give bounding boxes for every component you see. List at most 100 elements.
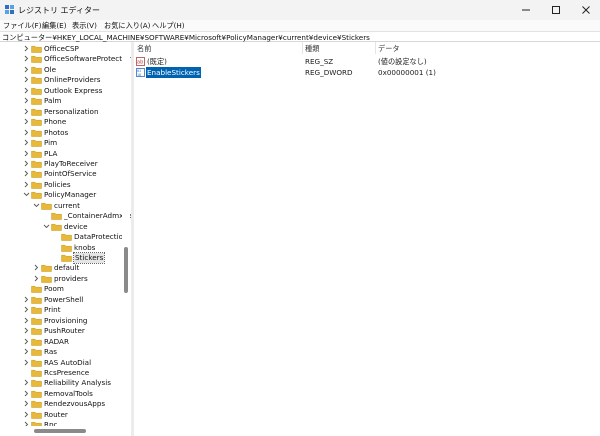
tree-node[interactable]: default <box>0 263 131 273</box>
tree-node[interactable]: PowerShell <box>0 295 131 305</box>
tree-node[interactable]: RcsPresence <box>0 368 131 378</box>
column-header-type[interactable]: 種類 <box>305 44 319 54</box>
column-header-name[interactable]: 名前 <box>137 44 151 54</box>
tree-node[interactable]: current <box>0 201 131 211</box>
tree-node[interactable]: Palm <box>0 96 131 106</box>
chevron-right-icon[interactable] <box>23 55 30 62</box>
chevron-right-icon[interactable] <box>23 160 30 167</box>
chevron-right-icon[interactable] <box>23 400 30 407</box>
tree-node[interactable]: PolicyManager <box>0 190 131 200</box>
tree-node[interactable]: Router <box>0 410 131 420</box>
chevron-right-icon[interactable] <box>23 45 30 52</box>
tree-node[interactable]: _ContainerAdmxDefault <box>0 211 131 221</box>
chevron-right-icon[interactable] <box>23 306 30 313</box>
tree-node[interactable]: Phone <box>0 117 131 127</box>
tree-node[interactable]: PointOfService <box>0 169 131 179</box>
tree-node[interactable]: RAS AutoDial <box>0 358 131 368</box>
tree-node-label: RAS AutoDial <box>44 357 92 367</box>
chevron-right-icon[interactable] <box>23 348 30 355</box>
tree-node[interactable]: Ole <box>0 65 131 75</box>
tree-node[interactable]: PushRouter <box>0 326 131 336</box>
chevron-right-icon[interactable] <box>23 66 30 73</box>
svg-text:10: 10 <box>137 73 141 77</box>
folder-icon <box>31 380 42 388</box>
tree-node[interactable]: OfficeCSP <box>0 44 131 54</box>
chevron-right-icon[interactable] <box>23 150 30 157</box>
chevron-right-icon[interactable] <box>23 359 30 366</box>
tree-node[interactable]: Ras <box>0 347 131 357</box>
column-divider[interactable] <box>302 42 303 54</box>
chevron-right-icon[interactable] <box>33 275 40 282</box>
chevron-down-icon[interactable] <box>23 191 30 198</box>
tree-node[interactable]: RADAR <box>0 337 131 347</box>
tree-node-label: Reliability Analysis <box>44 378 112 388</box>
tree-node[interactable]: DataProtection <box>0 232 131 242</box>
column-header-data[interactable]: データ <box>378 44 400 54</box>
tree-node[interactable]: PlayToReceiver <box>0 159 131 169</box>
chevron-right-icon[interactable] <box>23 97 30 104</box>
tree-node[interactable]: OfficeSoftwareProtection <box>0 54 131 64</box>
tree-node[interactable]: Stickers <box>0 252 131 264</box>
chevron-right-icon[interactable] <box>23 317 30 324</box>
tree-horizontal-scroll-thumb[interactable] <box>34 429 86 433</box>
chevron-right-icon[interactable] <box>23 129 30 136</box>
tree-node[interactable]: Poom <box>0 284 131 294</box>
menu-help[interactable]: ヘルプ(H) <box>152 21 185 31</box>
tree-vertical-scroll-thumb[interactable] <box>124 247 128 293</box>
chevron-right-icon[interactable] <box>23 108 30 115</box>
tree-node[interactable]: Print <box>0 305 131 315</box>
chevron-right-icon[interactable] <box>23 390 30 397</box>
menu-file[interactable]: ファイル(F) <box>3 21 42 31</box>
tree-node[interactable]: Personalization <box>0 107 131 117</box>
tree-node[interactable]: RendezvousApps <box>0 399 131 409</box>
tree-node[interactable]: OnlineProviders <box>0 75 131 85</box>
menu-favorites[interactable]: お気に入り(A) <box>104 21 150 31</box>
tree-node[interactable]: device <box>0 222 131 232</box>
chevron-right-icon[interactable] <box>23 181 30 188</box>
tree-node-label: OfficeSoftwareProtection <box>44 54 131 64</box>
chevron-right-icon[interactable] <box>23 327 30 334</box>
folder-icon <box>31 139 42 147</box>
tree-node[interactable]: Policies <box>0 180 131 190</box>
tree-node[interactable]: RemovalTools <box>0 389 131 399</box>
chevron-right-icon[interactable] <box>23 87 30 94</box>
chevron-right-icon[interactable] <box>23 76 30 83</box>
tree-node[interactable]: Pim <box>0 138 131 148</box>
tree-node[interactable]: Reliability Analysis <box>0 378 131 388</box>
values-list[interactable]: 名前 種類 データ ab (既定) REG_SZ (値の設定なし) 01 10 … <box>134 42 600 436</box>
tree-node[interactable]: Photos <box>0 128 131 138</box>
tree-node-label: Stickers <box>72 252 106 264</box>
chevron-right-icon[interactable] <box>23 296 30 303</box>
tree-node-label: knobs <box>74 242 96 252</box>
menu-edit[interactable]: 編集(E) <box>42 21 67 31</box>
chevron-right-icon[interactable] <box>23 118 30 125</box>
chevron-right-icon[interactable] <box>33 264 40 271</box>
chevron-down-icon[interactable] <box>33 202 40 209</box>
chevron-right-icon[interactable] <box>23 379 30 386</box>
menu-view[interactable]: 表示(V) <box>72 21 97 31</box>
tree-node[interactable]: Outlook Express <box>0 86 131 96</box>
tree-node-label: Policies <box>44 179 71 189</box>
key-tree[interactable]: OfficeCSP OfficeSoftwareProtection Ole Onli… <box>0 42 131 436</box>
value-row-default[interactable]: ab (既定) REG_SZ (値の設定なし) <box>134 56 600 67</box>
column-divider[interactable] <box>375 42 376 54</box>
maximize-button[interactable] <box>542 0 570 20</box>
tree-node[interactable]: knobs <box>0 243 131 253</box>
folder-icon <box>31 66 42 74</box>
tree-node[interactable]: Provisioning <box>0 316 131 326</box>
tree-node[interactable]: PLA <box>0 149 131 159</box>
tree-horizontal-scrollbar[interactable] <box>0 426 122 436</box>
chevron-right-icon[interactable] <box>23 338 30 345</box>
tree-node-label: Poom <box>44 284 64 294</box>
chevron-right-icon[interactable] <box>23 411 30 418</box>
tree-node[interactable]: providers <box>0 274 131 284</box>
tree-vertical-scrollbar[interactable] <box>122 42 130 424</box>
minimize-button[interactable] <box>512 0 540 20</box>
value-row-enablestickers[interactable]: 01 10 EnableStickers REG_DWORD 0x0000000… <box>134 67 600 78</box>
tree-node-label: RendezvousApps <box>44 399 106 409</box>
chevron-right-icon[interactable] <box>23 170 30 177</box>
chevron-down-icon[interactable] <box>43 223 50 230</box>
chevron-right-icon[interactable] <box>23 139 30 146</box>
address-bar[interactable]: コンピューター¥HKEY_LOCAL_MACHINE¥SOFTWARE¥Micr… <box>0 31 600 42</box>
close-button[interactable] <box>572 0 600 20</box>
